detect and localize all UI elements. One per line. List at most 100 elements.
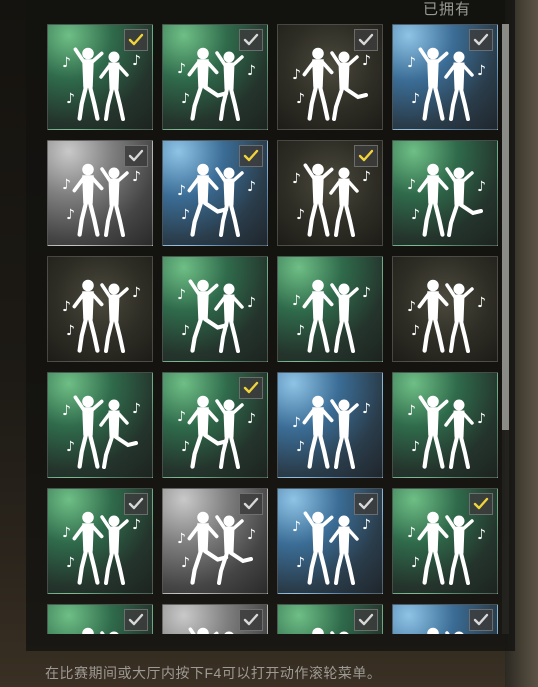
svg-text:♪: ♪ [407, 525, 416, 541]
emote-tile[interactable]: ♪♪♪ [47, 140, 153, 246]
svg-text:♪: ♪ [132, 517, 141, 533]
svg-text:♪: ♪ [411, 91, 420, 107]
checkmark-icon [128, 33, 144, 46]
emote-tile[interactable]: ♪♪♪ [392, 256, 498, 362]
svg-text:♪: ♪ [407, 403, 416, 419]
svg-text:♪: ♪ [296, 555, 305, 571]
svg-text:♪: ♪ [292, 67, 301, 83]
svg-text:♪: ♪ [181, 439, 190, 455]
emote-tile[interactable]: ♪♪♪ [277, 488, 383, 594]
svg-text:♪: ♪ [292, 415, 301, 431]
checkmark-icon [243, 613, 259, 626]
emote-tile[interactable]: ♪♪♪ [392, 140, 498, 246]
svg-text:♪: ♪ [292, 293, 301, 309]
selected-checkbox[interactable] [124, 145, 148, 167]
emote-tile[interactable]: ♪ ♪ ♪ [162, 372, 268, 478]
emote-tile[interactable]: ♪♪♪ [47, 604, 153, 634]
emote-tile[interactable]: ♪♪♪ [162, 24, 268, 130]
emote-tile[interactable]: ♪♪♪ [47, 256, 153, 362]
emote-tile[interactable]: ♪♪♪ [277, 256, 383, 362]
emote-tile[interactable]: ♪♪♪ [392, 488, 498, 594]
svg-text:♪: ♪ [407, 177, 416, 193]
svg-text:♪: ♪ [62, 55, 71, 71]
dancer-emote-icon: ♪ ♪ ♪ [62, 279, 141, 353]
checkmark-icon [128, 497, 144, 510]
svg-text:♪: ♪ [247, 411, 256, 427]
emote-tile[interactable]: ♪ ♪ ♪ [162, 256, 268, 362]
selected-checkbox[interactable] [239, 377, 263, 399]
selected-checkbox[interactable] [469, 29, 493, 51]
checkmark-icon [128, 613, 144, 626]
svg-text:♪: ♪ [62, 403, 71, 419]
svg-text:♪: ♪ [66, 207, 75, 223]
svg-text:♪: ♪ [477, 295, 486, 311]
svg-text:♪: ♪ [362, 53, 371, 69]
svg-text:♪: ♪ [411, 439, 420, 455]
svg-text:♪: ♪ [247, 63, 256, 79]
emote-tile[interactable]: ♪ ♪ ♪ [277, 24, 383, 130]
svg-text:♪: ♪ [362, 169, 371, 185]
emote-tile[interactable]: ♪♪♪ [47, 372, 153, 478]
svg-text:♪: ♪ [181, 555, 190, 571]
selected-checkbox[interactable] [124, 493, 148, 515]
svg-text:♪: ♪ [66, 91, 75, 107]
checkmark-icon [473, 33, 489, 46]
emote-tile[interactable]: ♪♪♪ [47, 488, 153, 594]
emote-tile[interactable]: ♪♪♪ [162, 140, 268, 246]
svg-text:♪: ♪ [411, 207, 420, 223]
svg-text:♪: ♪ [292, 171, 301, 187]
checkmark-icon [473, 613, 489, 626]
svg-text:♪: ♪ [292, 519, 301, 535]
svg-text:♪: ♪ [407, 55, 416, 71]
selected-checkbox[interactable] [469, 493, 493, 515]
selected-checkbox[interactable] [239, 609, 263, 631]
svg-text:♪: ♪ [477, 527, 486, 543]
selected-checkbox[interactable] [239, 29, 263, 51]
svg-text:♪: ♪ [66, 555, 75, 571]
emote-tile[interactable]: ♪♪♪ [162, 604, 268, 634]
svg-text:♪: ♪ [296, 91, 305, 107]
emote-tile[interactable]: ♪♪♪ [277, 140, 383, 246]
svg-text:♪: ♪ [362, 401, 371, 417]
svg-text:♪: ♪ [62, 177, 71, 193]
dancer-emote-icon: ♪ ♪ ♪ [407, 163, 486, 237]
selected-checkbox[interactable] [354, 29, 378, 51]
checkmark-icon [358, 613, 374, 626]
emote-tile[interactable]: ♪♪♪ [392, 604, 498, 634]
emote-tile[interactable]: ♪♪♪ [277, 604, 383, 634]
svg-text:♪: ♪ [132, 285, 141, 301]
emote-tile[interactable]: ♪♪♪ [47, 24, 153, 130]
selected-checkbox[interactable] [124, 609, 148, 631]
selected-checkbox[interactable] [239, 493, 263, 515]
checkmark-icon [128, 149, 144, 162]
svg-text:♪: ♪ [181, 91, 190, 107]
owned-filter-label[interactable]: 已拥有 [423, 0, 471, 19]
emote-tile[interactable]: ♪ ♪ ♪ [392, 24, 498, 130]
selected-checkbox[interactable] [469, 609, 493, 631]
emote-grid: ♪ ♪ ♪ ♪ ♪ ♪ ♪ ♪ ♪ ♪ ♪ ♪ ♪ ♪ ♪ ♪ ♪ ♪ ♪ ♪ ♪ ♪ ♪ ♪ ♪ ♪ ♪ ♪ ♪ ♪ ♪ ♪ ♪ ♪ ♪ ♪ ♪ ♪ ♪ ♪… [47, 24, 498, 634]
svg-text:♪: ♪ [177, 287, 186, 303]
selected-checkbox[interactable] [354, 609, 378, 631]
svg-text:♪: ♪ [177, 531, 186, 547]
svg-text:♪: ♪ [181, 323, 190, 339]
svg-text:♪: ♪ [132, 633, 141, 634]
emote-tile[interactable]: ♪ ♪ ♪ [162, 488, 268, 594]
selected-checkbox[interactable] [354, 493, 378, 515]
emote-grid-viewport: ♪ ♪ ♪ ♪ ♪ ♪ ♪ ♪ ♪ ♪ ♪ ♪ ♪ ♪ ♪ ♪ ♪ ♪ ♪ ♪ ♪ ♪ ♪ ♪ ♪ ♪ ♪ ♪ ♪ ♪ ♪ ♪ ♪ ♪ ♪ ♪ ♪ ♪ ♪ ♪… [47, 24, 499, 634]
svg-text:♪: ♪ [477, 63, 486, 79]
scrollbar[interactable] [502, 24, 509, 634]
scroll-thumb[interactable] [502, 24, 509, 430]
svg-text:♪: ♪ [247, 527, 256, 543]
emote-tile[interactable]: ♪♪♪ [392, 372, 498, 478]
selected-checkbox[interactable] [354, 145, 378, 167]
dancer-emote-icon: ♪ ♪ ♪ [62, 395, 141, 469]
emote-tile[interactable]: ♪♪♪ [277, 372, 383, 478]
checkmark-icon [358, 149, 374, 162]
svg-text:♪: ♪ [177, 183, 186, 199]
checkmark-icon [243, 33, 259, 46]
svg-text:♪: ♪ [247, 295, 256, 311]
selected-checkbox[interactable] [124, 29, 148, 51]
svg-text:♪: ♪ [177, 409, 186, 425]
dancer-emote-icon: ♪ ♪ ♪ [177, 279, 256, 353]
selected-checkbox[interactable] [239, 145, 263, 167]
